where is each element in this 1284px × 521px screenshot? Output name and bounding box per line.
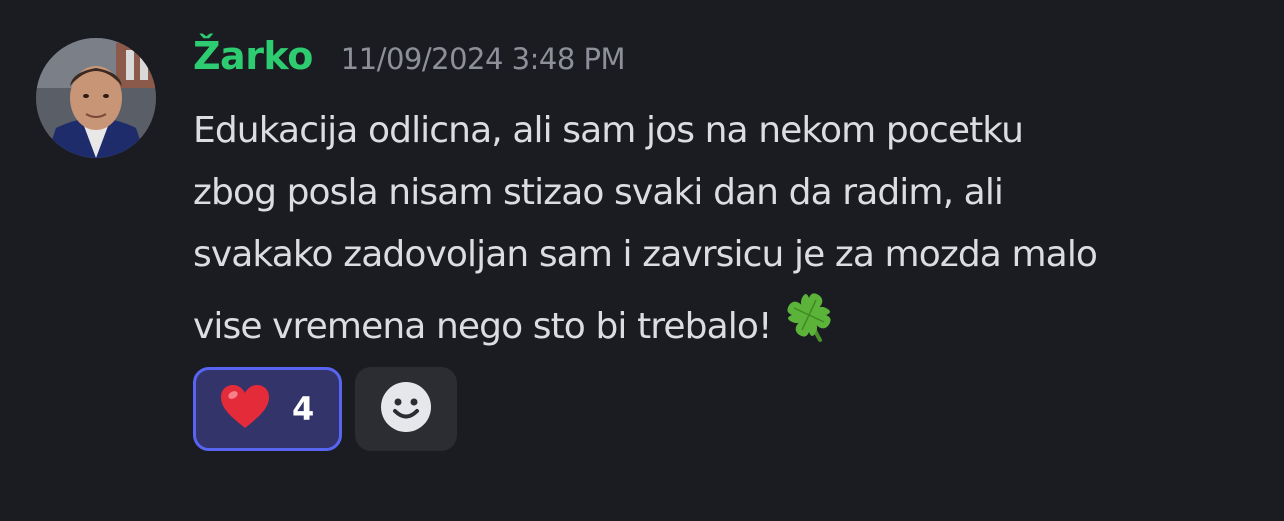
smiley-face-icon	[380, 381, 432, 437]
avatar-photo	[36, 38, 156, 158]
add-reaction-button[interactable]	[355, 367, 457, 451]
message-line: svakako zadovoljan sam i zavrsicu je za …	[193, 234, 1098, 275]
chat-message: Žarko 11/09/2024 3:48 PM Edukacija odlic…	[0, 0, 1284, 521]
red-heart-icon	[220, 384, 270, 434]
message-line: zbog posla nisam stizao svaki dan da rad…	[193, 172, 1004, 213]
reaction-bar: 4	[193, 367, 457, 451]
message-line: vise vremena nego sto bi trebalo!	[193, 306, 772, 347]
timestamp: 11/09/2024 3:48 PM	[340, 42, 626, 76]
reaction-count: 4	[292, 390, 315, 428]
message-header: Žarko 11/09/2024 3:48 PM	[193, 34, 626, 90]
avatar[interactable]	[36, 38, 156, 158]
message-line-last: vise vremena nego sto bi trebalo!	[193, 286, 1268, 364]
message-content: Edukacija odlicna, ali sam jos na nekom …	[193, 100, 1268, 364]
reaction-heart-button[interactable]: 4	[193, 367, 342, 451]
message-line: Edukacija odlicna, ali sam jos na nekom …	[193, 110, 1024, 151]
four-leaf-clover-icon	[780, 286, 838, 364]
username[interactable]: Žarko	[193, 34, 313, 78]
